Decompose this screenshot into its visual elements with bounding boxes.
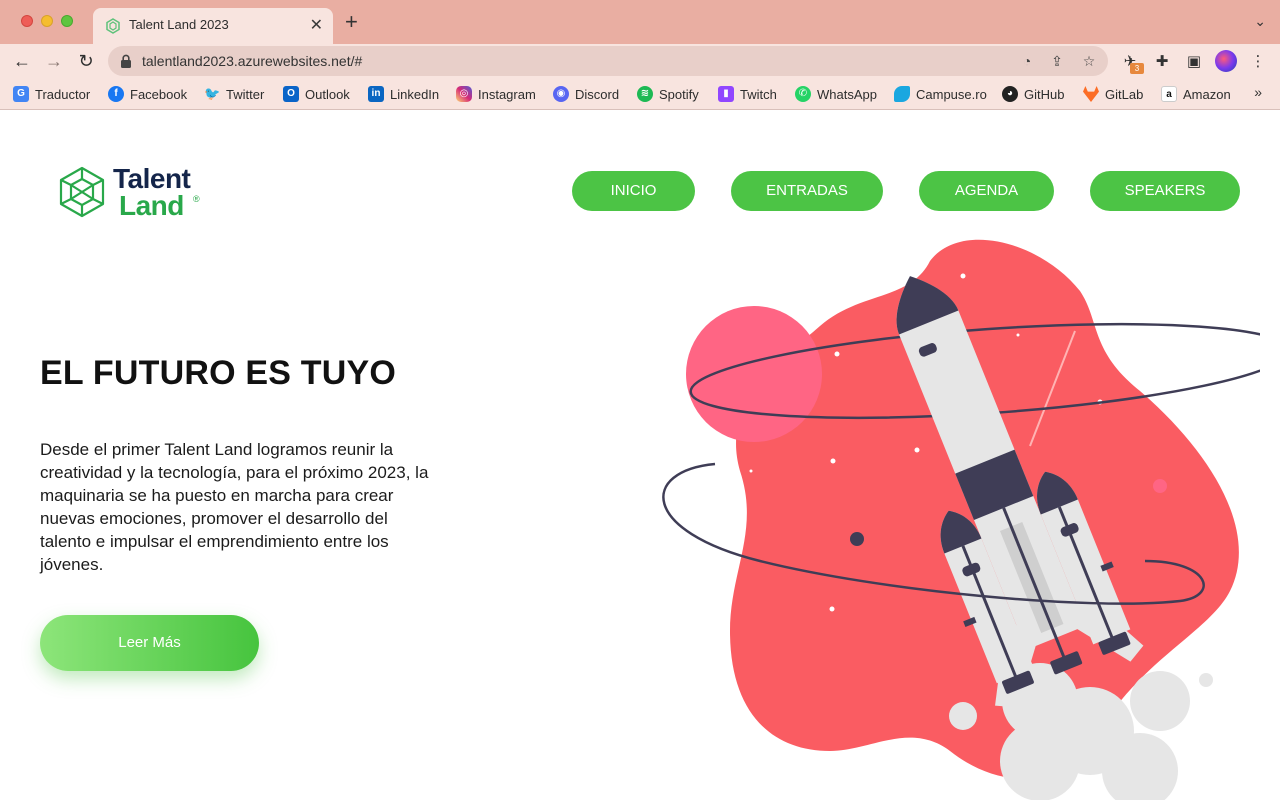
browser-tab-active[interactable]: Talent Land 2023 ✕ bbox=[93, 8, 333, 44]
extension-badge: 3 bbox=[1130, 63, 1144, 74]
forward-button[interactable]: → bbox=[42, 49, 66, 73]
bookmark-spotify[interactable]: ≋ Spotify bbox=[637, 84, 699, 104]
bookmark-label: Discord bbox=[575, 86, 620, 102]
bookmark-label: Twitch bbox=[740, 86, 777, 102]
outlook-icon: O bbox=[283, 86, 299, 102]
close-window-button[interactable] bbox=[21, 15, 33, 27]
bookmark-label: GitLab bbox=[1105, 86, 1144, 102]
url-text: talentland2023.azurewebsites.net/# bbox=[142, 53, 363, 69]
bookmark-twitch[interactable]: ▮ Twitch bbox=[718, 84, 777, 104]
bookmark-label: Traductor bbox=[35, 86, 91, 102]
bookmark-label: Campuse.ro bbox=[916, 86, 987, 102]
browser-menu-icon[interactable]: ⋮ bbox=[1248, 52, 1268, 72]
logo-text-land: Land bbox=[119, 190, 184, 221]
share-icon[interactable]: ⇪ bbox=[1048, 52, 1066, 70]
bookmark-label: Facebook bbox=[130, 86, 188, 102]
hero-title: EL FUTURO ES TUYO bbox=[40, 354, 397, 392]
tab-close-icon[interactable]: ✕ bbox=[310, 15, 323, 35]
tab-search-chevron-icon[interactable]: ⌄ bbox=[1254, 13, 1266, 30]
bookmark-whatsapp[interactable]: ✆ WhatsApp bbox=[795, 84, 877, 104]
bookmarks-bar: G Traductor f Facebook 🐦 Twitter O Outlo… bbox=[0, 78, 1280, 110]
web-page: Talent Land ® INICIO ENTRADAS AGENDA SPE… bbox=[0, 111, 1280, 800]
reload-button[interactable]: ↻ bbox=[74, 49, 98, 73]
spotify-icon: ≋ bbox=[637, 86, 653, 102]
bookmark-gitlab[interactable]: GitLab bbox=[1083, 84, 1143, 104]
bookmark-outlook[interactable]: O Outlook bbox=[283, 84, 350, 104]
bookmark-github[interactable]: ◕ GitHub bbox=[1002, 84, 1064, 104]
lock-icon bbox=[121, 54, 131, 68]
nav-inicio-button[interactable]: INICIO bbox=[572, 171, 695, 211]
github-icon: ◕ bbox=[1002, 86, 1018, 102]
amazon-icon: a bbox=[1161, 86, 1177, 102]
nav-entradas-button[interactable]: ENTRADAS bbox=[731, 171, 883, 211]
bookmark-label: Amazon bbox=[1183, 86, 1231, 102]
bookmark-label: Instagram bbox=[478, 86, 536, 102]
bookmark-facebook[interactable]: f Facebook bbox=[108, 84, 187, 104]
logo-registered-mark: ® bbox=[193, 194, 200, 204]
bookmark-discord[interactable]: ◉ Discord bbox=[553, 84, 619, 104]
gitlab-icon bbox=[1083, 86, 1099, 102]
talent-land-logo[interactable]: Talent Land ® bbox=[55, 163, 215, 221]
whatsapp-icon: ✆ bbox=[795, 86, 811, 102]
twitter-icon: 🐦 bbox=[204, 86, 221, 101]
talent-land-favicon-icon bbox=[106, 18, 120, 34]
extensions-puzzle-icon[interactable]: ✚ bbox=[1152, 52, 1172, 72]
rocket-illustration bbox=[662, 239, 1260, 800]
hero-description: Desde el primer Talent Land logramos reu… bbox=[40, 440, 429, 574]
bookmark-star-icon[interactable]: ☆ bbox=[1080, 52, 1098, 70]
bookmark-campusero[interactable]: Campuse.ro bbox=[894, 84, 987, 104]
more-bookmarks-icon[interactable]: » bbox=[1254, 84, 1262, 100]
bookmark-traductor[interactable]: G Traductor bbox=[13, 84, 90, 104]
nav-agenda-button[interactable]: AGENDA bbox=[919, 171, 1054, 211]
instagram-icon: ◎ bbox=[456, 86, 472, 102]
bookmark-twitter[interactable]: 🐦 Twitter bbox=[204, 84, 264, 104]
bookmark-label: Spotify bbox=[659, 86, 699, 102]
performance-gauge-icon[interactable]: ◔ bbox=[1018, 52, 1036, 70]
minimize-window-button[interactable] bbox=[41, 15, 53, 27]
dark-dot-shape bbox=[850, 532, 864, 546]
side-panel-icon[interactable]: ▣ bbox=[1184, 52, 1204, 72]
bookmark-amazon[interactable]: a Amazon bbox=[1161, 84, 1231, 104]
pink-dot-shape bbox=[1153, 479, 1167, 493]
planet-shape bbox=[686, 306, 822, 442]
bookmark-label: WhatsApp bbox=[817, 86, 877, 102]
bookmark-label: LinkedIn bbox=[390, 86, 440, 102]
nav-speakers-button[interactable]: SPEAKERS bbox=[1090, 171, 1240, 211]
read-more-button[interactable]: Leer Más bbox=[40, 615, 259, 671]
talent-land-cube-icon bbox=[59, 166, 105, 218]
twitch-icon: ▮ bbox=[718, 86, 734, 102]
campusero-icon bbox=[894, 86, 910, 102]
bookmark-label: GitHub bbox=[1024, 86, 1065, 102]
discord-icon: ◉ bbox=[553, 86, 569, 102]
translate-icon: G bbox=[13, 86, 29, 102]
bookmark-label: Outlook bbox=[305, 86, 350, 102]
profile-avatar[interactable] bbox=[1215, 50, 1237, 72]
tab-title: Talent Land 2023 bbox=[129, 17, 229, 32]
bookmark-label: Twitter bbox=[226, 86, 265, 102]
browser-toolbar: ← → ↻ talentland2023.azurewebsites.net/#… bbox=[0, 44, 1280, 78]
facebook-icon: f bbox=[108, 86, 124, 102]
bookmark-instagram[interactable]: ◎ Instagram bbox=[456, 84, 536, 104]
bookmark-linkedin[interactable]: in LinkedIn bbox=[368, 84, 439, 104]
address-bar[interactable]: talentland2023.azurewebsites.net/# ◔ ⇪ ☆ bbox=[108, 46, 1108, 76]
new-tab-button[interactable]: + bbox=[345, 11, 358, 33]
linkedin-icon: in bbox=[368, 86, 384, 102]
browser-tab-bar: Talent Land 2023 ✕ + ⌄ bbox=[0, 0, 1280, 44]
back-button[interactable]: ← bbox=[10, 49, 34, 73]
maximize-window-button[interactable] bbox=[61, 15, 73, 27]
